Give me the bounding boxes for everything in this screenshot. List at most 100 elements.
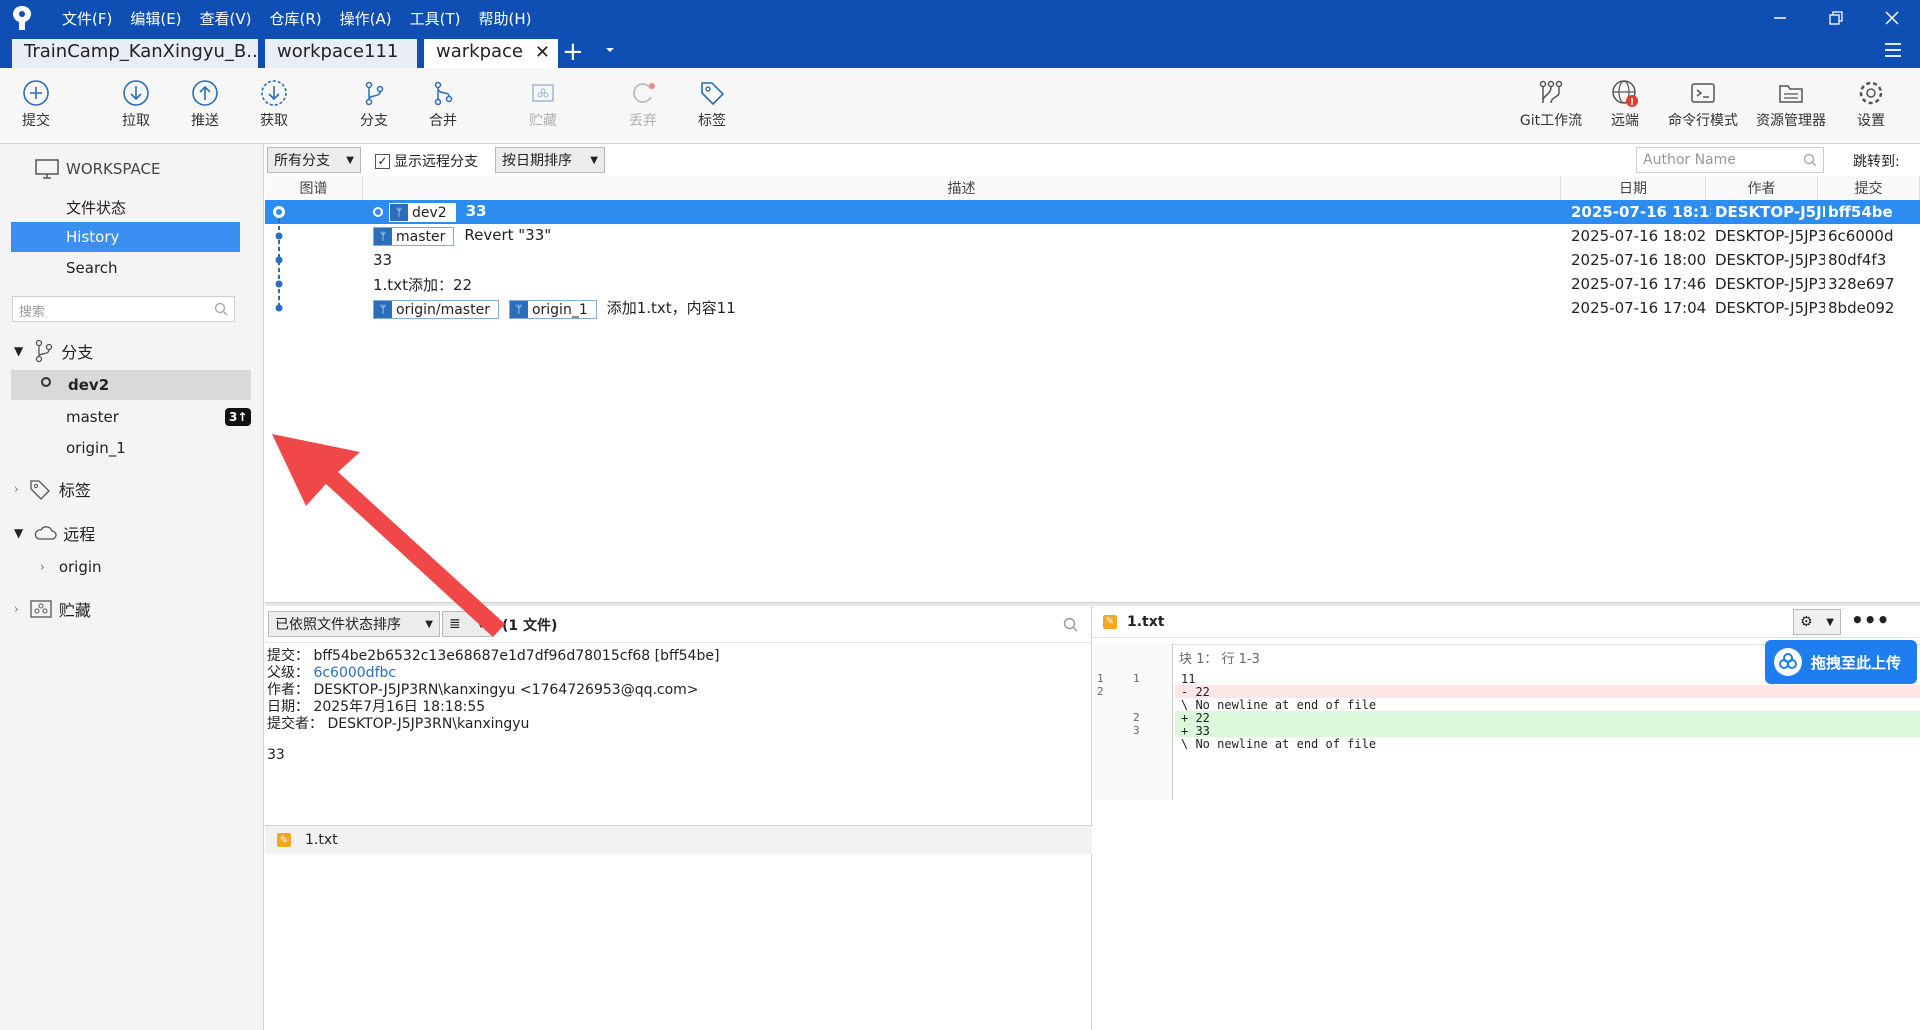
sidebar-item-history[interactable]: History	[11, 222, 240, 252]
branch-badge[interactable]: ᛘ dev2	[389, 203, 456, 222]
sidebar-branch-dev2[interactable]: dev2	[11, 370, 251, 400]
sidebar-branch-origin-1[interactable]: origin_1	[0, 433, 264, 463]
chevron-down-icon: ▼	[346, 154, 354, 166]
diff-panel: ✎ 1.txt ⚙ ▼ ••• 块 1： 行 1-3 11 1 1- 22 2 \ No…	[1093, 606, 1920, 1030]
repo-tab-warkpace[interactable]: warkpace ✕	[424, 39, 558, 68]
pull-button[interactable]: 拉取	[101, 76, 171, 130]
pull-icon	[101, 76, 171, 110]
branch-badge[interactable]: ᛘ origin/master	[373, 300, 499, 319]
search-icon[interactable]	[1063, 617, 1079, 633]
menu-repository[interactable]: 仓库(R)	[270, 8, 322, 29]
close-tab-icon[interactable]: ✕	[535, 42, 550, 63]
sidebar-item-search[interactable]: Search	[0, 253, 264, 283]
close-window-button[interactable]	[1864, 0, 1920, 36]
menu-edit[interactable]: 编辑(E)	[130, 8, 181, 29]
branch-badge[interactable]: ᛘ origin_1	[508, 300, 597, 319]
show-remote-checkbox[interactable]: ✓ 显示远程分支	[375, 151, 478, 171]
column-description[interactable]: 描述	[363, 176, 1561, 200]
jump-to-label: 跳转到:	[1853, 154, 1900, 170]
commit-author: DESKTOP-J5JP3R	[1715, 227, 1825, 245]
settings-button[interactable]: 设置	[1836, 76, 1906, 130]
new-tab-button[interactable]: +	[562, 38, 584, 66]
commit-hash: 328e697	[1828, 275, 1895, 293]
commit-hash: 80df4f3	[1828, 251, 1887, 269]
sidebar-branch-master[interactable]: master 3↑	[0, 402, 264, 432]
column-author[interactable]: 作者	[1706, 176, 1818, 200]
terminal-button[interactable]: 命令行模式	[1665, 76, 1741, 130]
minimize-button[interactable]	[1752, 0, 1808, 36]
branch-badge[interactable]: ᛘ master	[373, 227, 455, 246]
stash-button[interactable]: 贮藏	[508, 76, 578, 130]
upload-drop-zone[interactable]: 拖拽至此上传	[1765, 640, 1917, 684]
commit-author: DESKTOP-J5JP3R	[1715, 275, 1825, 293]
diff-options-button[interactable]: ⚙ ▼	[1793, 609, 1841, 635]
remote-button[interactable]: ! 远端	[1590, 76, 1660, 130]
commit-author: DESKTOP-J5JP3R	[1715, 299, 1825, 317]
repo-tab-workpace111[interactable]: workpace111	[265, 39, 417, 68]
chevron-right-icon: ›	[14, 482, 19, 496]
commit-row[interactable]: ᛘ master Revert "33" 2025-07-16 18:02 DESKTO…	[265, 224, 1920, 248]
commit-message: 33	[465, 202, 487, 220]
commit-row[interactable]: 33 2025-07-16 18:00 DESKTOP-J5JP3R80df4f3	[265, 248, 1920, 272]
sidebar-item-file-status[interactable]: 文件状态	[0, 192, 264, 222]
more-options-icon[interactable]: •••	[1851, 608, 1889, 632]
detail-message: 33	[267, 747, 285, 763]
commit-author: DESKTOP-J5JP3RN	[1715, 203, 1825, 221]
chevron-down-icon: ▼	[590, 154, 598, 166]
author-filter-input[interactable]: Author Name	[1636, 147, 1824, 173]
chevron-down-icon: ▼	[14, 526, 24, 540]
sidebar-section-stashes[interactable]: › 贮藏	[0, 594, 264, 624]
commit-button[interactable]: 提交	[1, 76, 71, 130]
sidebar-section-remotes[interactable]: ▼ 远程	[0, 518, 264, 548]
commit-date: 2025-07-16 17:04	[1571, 299, 1707, 317]
cloud-upload-icon	[1774, 648, 1802, 676]
menu-view[interactable]: 查看(V)	[200, 8, 252, 29]
stash-icon	[30, 600, 52, 618]
commit-row[interactable]: 1.txt添加：22 2025-07-16 17:46 DESKTOP-J5JP3R…	[265, 272, 1920, 296]
sidebar-remote-origin[interactable]: › origin	[0, 552, 264, 582]
menu-bar: 文件(F) 编辑(E) 查看(V) 仓库(R) 操作(A) 工具(T) 帮助(H…	[0, 0, 1920, 36]
commit-author: DESKTOP-J5JP3R	[1715, 251, 1825, 269]
current-branch-icon	[41, 377, 51, 387]
detail-committer: 提交者： DESKTOP-J5JP3RN\kanxingyu	[267, 716, 530, 732]
globe-icon: !	[1590, 76, 1660, 110]
commit-date: 2025-07-16 18:18	[1571, 203, 1711, 221]
branch-button[interactable]: 分支	[339, 76, 409, 130]
repo-tab-traincamp[interactable]: TrainCamp_KanXingyu_B...	[12, 39, 258, 68]
commit-row[interactable]: ᛘ origin/master ᛘ origin_1 添加1.txt，内容11 2025-…	[265, 296, 1920, 320]
tab-dropdown-icon[interactable]	[604, 44, 616, 60]
tag-icon	[677, 76, 747, 110]
menu-tools[interactable]: 工具(T)	[410, 8, 461, 29]
view-mode-select[interactable]: ≣ ▼	[442, 611, 492, 637]
commit-description: ᛘ master Revert "33"	[373, 226, 1553, 246]
restore-button[interactable]	[1808, 0, 1864, 36]
hamburger-menu-icon[interactable]	[1884, 42, 1902, 62]
push-button[interactable]: 推送	[170, 76, 240, 130]
column-graph[interactable]: 图谱	[265, 176, 363, 200]
tag-button[interactable]: 标签	[677, 76, 747, 130]
menu-help[interactable]: 帮助(H)	[478, 8, 531, 29]
fetch-button[interactable]: 获取	[239, 76, 309, 130]
menu-file[interactable]: 文件(F)	[62, 8, 112, 29]
commit-description: 33	[373, 251, 1553, 269]
list-icon: ≣	[449, 616, 461, 632]
commit-row[interactable]: ᛘdev2 33 2025-07-16 18:18DESKTOP-J5JP3RNbf…	[265, 200, 1920, 224]
discard-icon	[608, 76, 678, 110]
branch-icon	[339, 76, 409, 110]
sidebar-section-tags[interactable]: › 标签	[0, 474, 264, 504]
sidebar-search-input[interactable]: 搜索	[12, 296, 235, 322]
merge-button[interactable]: 合并	[408, 76, 478, 130]
menu-actions[interactable]: 操作(A)	[340, 8, 392, 29]
sidebar-section-branches[interactable]: ▼ 分支	[0, 336, 264, 366]
file-sort-select[interactable]: 已依照文件状态排序 ▼	[268, 611, 440, 637]
discard-button[interactable]: 丢弃	[608, 76, 678, 130]
gitflow-button[interactable]: Git工作流	[1516, 76, 1586, 130]
column-commit[interactable]: 提交	[1818, 176, 1920, 200]
changed-file-item[interactable]: ✎ 1.txt	[265, 826, 1092, 854]
sort-select[interactable]: 按日期排序 ▼	[495, 147, 605, 173]
column-date[interactable]: 日期	[1561, 176, 1706, 200]
chevron-down-icon: ▼	[425, 618, 433, 630]
branch-filter-select[interactable]: 所有分支 ▼	[267, 147, 361, 173]
chevron-down-icon: ▼	[14, 344, 24, 358]
explorer-button[interactable]: 资源管理器	[1748, 76, 1834, 130]
